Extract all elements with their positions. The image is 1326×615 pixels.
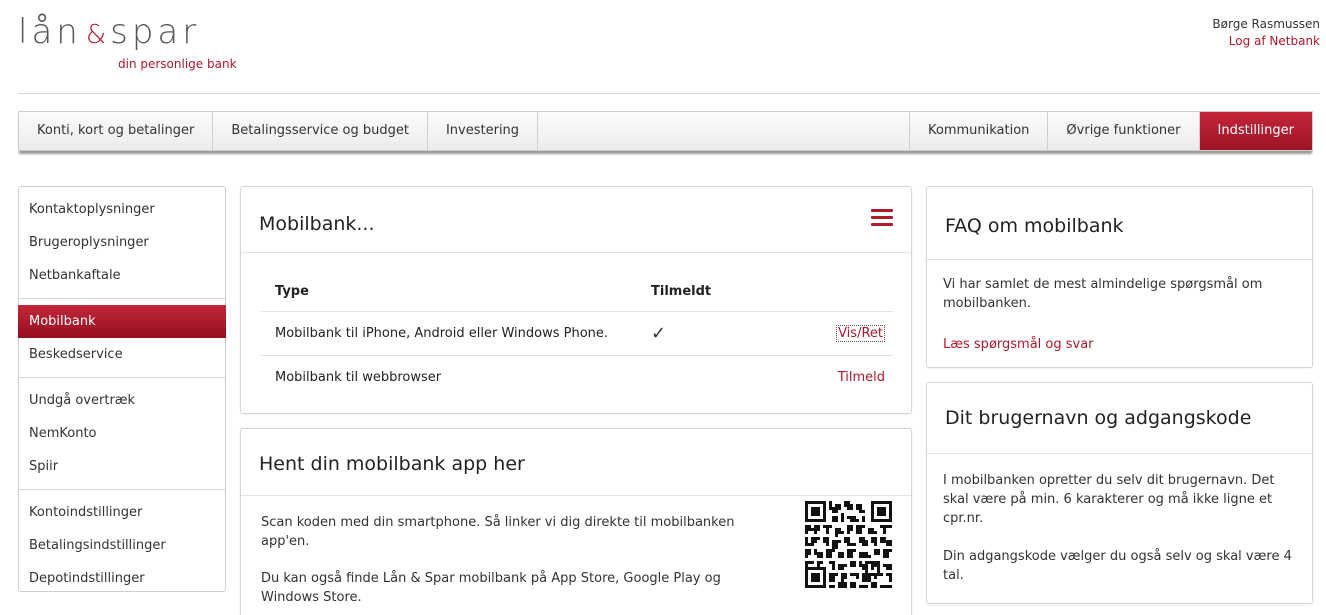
panel-divider bbox=[241, 495, 911, 496]
sidebar-item-depotindstillinger[interactable]: Depotindstillinger bbox=[19, 562, 225, 595]
sidebar-item-brugeroplysninger[interactable]: Brugeroplysninger bbox=[19, 226, 225, 259]
header-divider bbox=[18, 93, 1320, 94]
nav-ovrige-funktioner[interactable]: Øvrige funktioner bbox=[1048, 112, 1200, 150]
mobilbank-table: Type Tilmeldt Mobilbank til iPhone, Andr… bbox=[261, 272, 893, 400]
faq-title: FAQ om mobilbank bbox=[945, 215, 1124, 237]
username-info: I mobilbanken opretter du selv dit bruge… bbox=[943, 473, 1275, 526]
nav-investering[interactable]: Investering bbox=[428, 112, 539, 150]
faq-text: Vi har samlet de mest almindelige spørgs… bbox=[943, 277, 1263, 311]
tilmeld-link[interactable]: Tilmeld bbox=[838, 356, 885, 400]
col-header-type: Type bbox=[275, 284, 309, 299]
panel-divider bbox=[927, 259, 1312, 260]
sidebar-divider bbox=[19, 298, 225, 299]
sidebar-item-kontoindstillinger[interactable]: Kontoindstillinger bbox=[19, 496, 225, 529]
col-header-tilmeldt: Tilmeldt bbox=[651, 284, 712, 299]
app-panel: Hent din mobilbank app her Scan koden me… bbox=[240, 428, 912, 615]
sidebar-item-nemkonto[interactable]: NemKonto bbox=[19, 417, 225, 450]
app-text-stores: Du kan også finde Lån & Spar mobilbank p… bbox=[261, 571, 721, 605]
sidebar-item-undga-overtraek[interactable]: Undgå overtræk bbox=[19, 384, 225, 417]
app-title: Hent din mobilbank app her bbox=[259, 453, 525, 475]
nav-betalingsservice-budget[interactable]: Betalingsservice og budget bbox=[213, 112, 428, 150]
logo-wordmark: lån & spar bbox=[18, 12, 200, 55]
vis-ret-link[interactable]: Vis/Ret bbox=[836, 325, 885, 342]
logout-link[interactable]: Log af Netbank bbox=[1212, 33, 1320, 50]
logo-tagline: din personlige bank bbox=[118, 57, 237, 71]
qr-code-icon bbox=[805, 501, 892, 588]
nav-konti-kort-betalinger[interactable]: Konti, kort og betalinger bbox=[19, 112, 214, 150]
logo[interactable]: lån & spar din personlige bank bbox=[18, 12, 237, 71]
sidebar-item-kontaktoplysninger[interactable]: Kontaktoplysninger bbox=[19, 193, 225, 226]
login-info-text: I mobilbanken opretter du selv dit bruge… bbox=[943, 471, 1303, 604]
logo-word-spar: spar bbox=[110, 12, 201, 52]
table-header: Type Tilmeldt bbox=[261, 272, 893, 312]
top-navigation: Konti, kort og betalinger Betalingsservi… bbox=[18, 111, 1313, 151]
row-type: Mobilbank til iPhone, Android eller Wind… bbox=[275, 326, 609, 341]
sidebar-item-netbankaftale[interactable]: Netbankaftale bbox=[19, 259, 225, 292]
login-info-panel: Dit brugernavn og adgangskode I mobilban… bbox=[926, 382, 1313, 604]
password-info: Din adgangskode vælger du også selv og s… bbox=[943, 549, 1292, 583]
nav-indstillinger[interactable]: Indstillinger bbox=[1199, 112, 1312, 150]
sidebar-divider bbox=[19, 377, 225, 378]
sidebar-item-mobilbank[interactable]: Mobilbank bbox=[18, 305, 226, 338]
login-info-title: Dit brugernavn og adgangskode bbox=[945, 407, 1252, 429]
sidebar-item-betalingsindstillinger[interactable]: Betalingsindstillinger bbox=[19, 529, 225, 562]
logo-ampersand: & bbox=[85, 20, 107, 50]
panel-divider bbox=[927, 453, 1312, 454]
row-type: Mobilbank til webbrowser bbox=[275, 370, 442, 385]
mobilbank-title: Mobilbank... bbox=[259, 213, 375, 235]
check-icon: ✓ bbox=[651, 323, 667, 344]
table-row: Mobilbank til webbrowser Tilmeld bbox=[261, 356, 893, 400]
sidebar-item-beskedservice[interactable]: Beskedservice bbox=[19, 338, 225, 371]
nav-kommunikation[interactable]: Kommunikation bbox=[909, 112, 1049, 150]
app-description: Scan koden med din smartphone. Så linker… bbox=[261, 513, 761, 615]
sidebar-menu: Kontaktoplysninger Brugeroplysninger Net… bbox=[18, 186, 226, 592]
faq-panel: FAQ om mobilbank Vi har samlet de mest a… bbox=[926, 186, 1313, 368]
sidebar-divider bbox=[19, 489, 225, 490]
faq-link[interactable]: Læs spørgsmål og svar bbox=[943, 337, 1094, 352]
table-row: Mobilbank til iPhone, Android eller Wind… bbox=[261, 312, 893, 356]
logo-word-lan: lån bbox=[18, 12, 82, 52]
sidebar-item-spiir[interactable]: Spiir bbox=[19, 450, 225, 483]
mobilbank-panel: Mobilbank... Type Tilmeldt Mobilbank til… bbox=[240, 186, 912, 414]
user-name: Børge Rasmussen bbox=[1212, 17, 1320, 31]
app-text-scan: Scan koden med din smartphone. Så linker… bbox=[261, 515, 735, 549]
user-area: Børge Rasmussen Log af Netbank bbox=[1212, 16, 1320, 50]
hamburger-icon[interactable] bbox=[871, 209, 893, 230]
panel-divider bbox=[241, 252, 911, 253]
